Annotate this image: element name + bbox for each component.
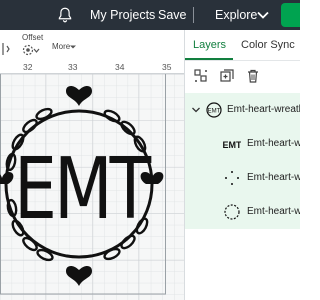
chevron-down-icon[interactable] <box>256 8 270 22</box>
monogram-text[interactable]: EMT <box>14 134 151 247</box>
layer-name: Emt-heart-w <box>247 138 300 149</box>
top-navigation-bar: My Projects Save Explore <box>0 0 300 30</box>
wreath-layer-thumbnail-icon <box>224 204 240 220</box>
horizontal-ruler: 32 33 34 35 <box>0 60 184 74</box>
duplicate-icon[interactable] <box>219 68 235 84</box>
my-projects-link[interactable]: My Projects <box>90 7 155 23</box>
chevron-down-icon[interactable] <box>69 43 77 51</box>
svg-text:EMT: EMT <box>208 109 221 115</box>
offset-label: Offset <box>22 33 44 42</box>
text-layer-thumbnail-icon: EMT <box>223 140 241 150</box>
app-window: My Projects Save Explore Offset More 32 … <box>0 0 300 300</box>
layer-name: Emt-heart-w <box>247 206 300 217</box>
tab-layers[interactable]: Layers <box>193 39 226 51</box>
group-icon[interactable] <box>193 68 209 84</box>
ruler-tick-label: 34 <box>115 62 125 72</box>
tabs-divider <box>185 60 300 61</box>
layer-row[interactable]: Emt-heart-w <box>185 195 300 229</box>
offset-icon[interactable] <box>22 42 40 58</box>
dots-layer-thumbnail-icon <box>225 171 239 185</box>
edit-toolbar: Offset More <box>0 30 184 60</box>
layer-row[interactable]: EMT Emt-heart-w <box>185 127 300 161</box>
save-button[interactable]: Save <box>158 7 187 23</box>
more-menu[interactable]: More <box>52 42 70 51</box>
ruler-tick-label: 33 <box>68 62 78 72</box>
topbar-divider <box>193 7 194 23</box>
tab-color-sync[interactable]: Color Sync <box>241 39 295 51</box>
bell-icon[interactable] <box>56 6 74 24</box>
layer-name: Emt-heart-wreath <box>227 104 300 115</box>
layer-row[interactable]: Emt-heart-w <box>185 161 300 195</box>
flip-icon[interactable] <box>0 42 10 56</box>
svg-text:EMT: EMT <box>223 140 241 150</box>
layer-name: Emt-heart-w <box>247 172 300 183</box>
chevron-down-icon[interactable] <box>191 105 201 115</box>
layer-group-row[interactable]: EMT Emt-heart-wreath <box>185 93 300 127</box>
wreath-thumbnail-icon: EMT <box>206 102 222 118</box>
explore-menu[interactable]: Explore <box>215 7 257 23</box>
design-canvas[interactable]: EMT <box>0 74 184 300</box>
layers-panel: Layers Color Sync EMT Emt-heart-wreath E… <box>184 30 300 300</box>
trash-icon[interactable] <box>245 68 261 84</box>
ruler-tick-label: 35 <box>162 62 172 72</box>
make-it-button[interactable] <box>281 3 300 27</box>
ruler-tick-label: 32 <box>23 62 33 72</box>
